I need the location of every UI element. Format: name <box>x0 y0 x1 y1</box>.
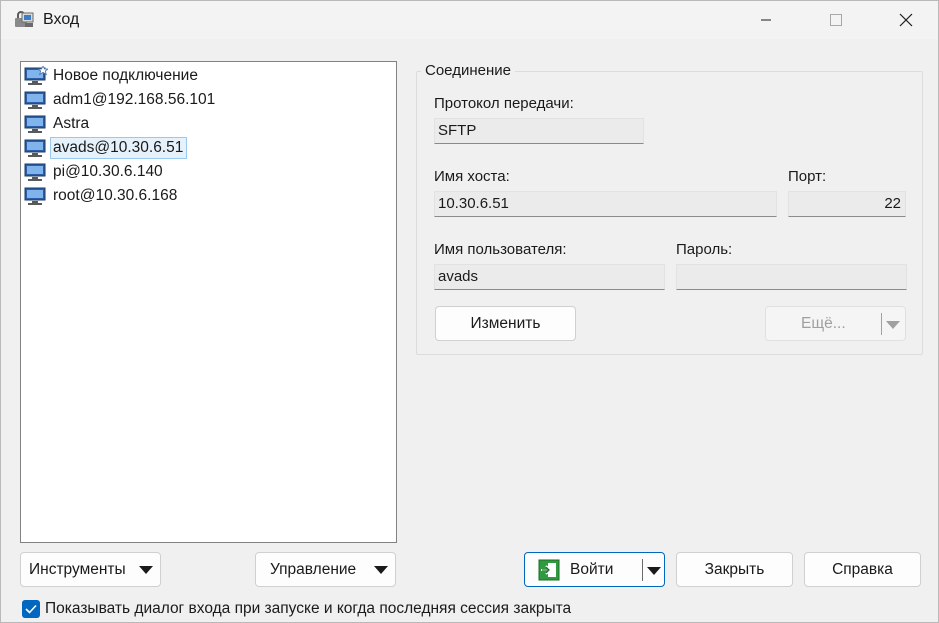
help-button[interactable]: Справка <box>804 552 921 587</box>
help-button-label: Справка <box>832 560 893 578</box>
port-label: Порт: <box>788 168 827 185</box>
monitor-icon <box>24 115 46 133</box>
login-icon <box>538 559 560 581</box>
close-window-button[interactable] <box>883 1 929 39</box>
host-field[interactable]: 10.30.6.51 <box>434 191 777 217</box>
tools-button[interactable]: Инструменты <box>20 552 161 587</box>
window-title: Вход <box>43 11 80 28</box>
session-item-new[interactable]: Новое подключение <box>24 64 202 87</box>
session-item-astra[interactable]: Astra <box>24 112 93 135</box>
login-dropdown-icon <box>647 567 661 575</box>
minimize-icon <box>761 19 771 21</box>
manage-button-label: Управление <box>270 561 357 578</box>
protocol-label: Протокол передачи: <box>434 95 574 112</box>
login-button-label: Войти <box>570 561 614 578</box>
connection-group-title: Соединение <box>421 62 515 79</box>
maximize-icon <box>830 14 842 26</box>
title-bar: Вход <box>1 1 938 39</box>
host-label: Имя хоста: <box>434 168 510 185</box>
close-button[interactable]: Закрыть <box>676 552 793 587</box>
close-icon <box>899 13 913 27</box>
session-label: avads@10.30.6.51 <box>50 136 188 159</box>
maximize-button[interactable] <box>813 1 859 39</box>
new-site-icon <box>24 65 48 85</box>
login-button[interactable]: Войти <box>524 552 665 587</box>
edit-button-label: Изменить <box>470 314 541 332</box>
monitor-icon <box>24 163 46 181</box>
close-button-label: Закрыть <box>704 560 765 578</box>
monitor-icon <box>24 139 46 157</box>
session-item-avads[interactable]: avads@10.30.6.51 <box>24 136 191 159</box>
show-dialog-label[interactable]: Показывать диалог входа при запуске и ко… <box>45 600 571 618</box>
monitor-icon <box>24 187 46 205</box>
session-item-pi[interactable]: pi@10.30.6.140 <box>24 160 167 183</box>
minimize-button[interactable] <box>743 1 789 39</box>
session-label: pi@10.30.6.140 <box>53 162 163 180</box>
winscp-lock-icon <box>15 11 34 27</box>
monitor-icon <box>24 91 46 109</box>
username-field[interactable]: avads <box>434 264 665 290</box>
session-label: Astra <box>53 114 90 132</box>
login-split-separator <box>642 559 643 581</box>
more-button-label: Ещё... <box>801 315 846 332</box>
session-item-root[interactable]: root@10.30.6.168 <box>24 184 181 207</box>
password-field[interactable] <box>676 264 907 290</box>
more-dropdown-icon <box>886 321 900 329</box>
tools-button-label: Инструменты <box>29 561 126 578</box>
manage-dropdown-icon <box>374 566 388 574</box>
port-field[interactable]: 22 <box>788 191 906 217</box>
username-label: Имя пользователя: <box>434 241 567 258</box>
session-label: adm1@192.168.56.101 <box>53 90 216 108</box>
session-label: Новое подключение <box>53 66 198 84</box>
login-window: Вход Новое подключение adm1@192.168.56.1… <box>0 0 939 623</box>
more-split-separator <box>881 313 882 335</box>
checkmark-icon <box>25 604 37 614</box>
manage-button[interactable]: Управление <box>255 552 396 587</box>
session-item-adm1[interactable]: adm1@192.168.56.101 <box>24 88 219 111</box>
password-label: Пароль: <box>676 241 733 258</box>
more-button[interactable]: Ещё... <box>765 306 906 341</box>
tools-dropdown-icon <box>139 566 153 574</box>
show-dialog-checkbox[interactable] <box>22 600 40 618</box>
session-label: root@10.30.6.168 <box>53 186 178 204</box>
session-tree[interactable]: Новое подключение adm1@192.168.56.101 As… <box>20 61 397 543</box>
edit-button[interactable]: Изменить <box>435 306 576 341</box>
protocol-field[interactable]: SFTP <box>434 118 644 144</box>
